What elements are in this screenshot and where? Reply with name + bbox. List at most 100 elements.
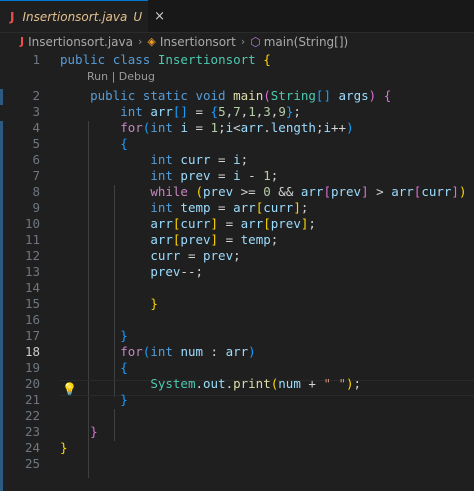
code-token: } xyxy=(120,328,128,343)
code-token: = xyxy=(218,216,241,231)
code-token: ] xyxy=(361,184,369,199)
line-number: 13 xyxy=(24,264,40,279)
line-number: 22 xyxy=(24,408,40,423)
line-number: 10 xyxy=(24,216,40,231)
line-number: 20 xyxy=(24,376,40,391)
code-line[interactable]: 6 int curr = i; xyxy=(0,152,474,168)
code-token: ( xyxy=(195,184,204,199)
code-token: length xyxy=(270,120,316,135)
code-token: num xyxy=(180,344,204,359)
code-token: int xyxy=(150,120,173,135)
code-token: 9 xyxy=(278,104,286,119)
code-token: arr xyxy=(233,200,256,215)
run-debug-codelens[interactable]: Run | Debug xyxy=(87,70,155,84)
code-token: : xyxy=(203,344,226,359)
code-token: arr xyxy=(225,344,249,359)
code-text: { xyxy=(60,136,128,152)
code-line[interactable]: 10 arr[curr] = arr[prev]; xyxy=(0,216,474,232)
code-text: public static void main(String[] args) { xyxy=(60,88,391,104)
code-token: out xyxy=(203,376,226,391)
code-token: } xyxy=(150,296,158,311)
code-token: = xyxy=(210,168,234,183)
code-token: [ xyxy=(323,184,331,199)
code-token: ; xyxy=(270,232,279,247)
code-line[interactable]: 19 { xyxy=(0,360,474,376)
code-line[interactable]: 20 System.out.print(num + " "); xyxy=(0,376,474,392)
tab-insertionsort-java[interactable]: J Insertionsort.java U × xyxy=(0,0,165,32)
method-cube-icon: ⬡ xyxy=(250,34,261,49)
breadcrumb-method[interactable]: main(String[]) xyxy=(264,35,349,49)
code-line[interactable]: 12 curr = prev; xyxy=(0,248,474,264)
code-line[interactable]: 13 prev--; xyxy=(0,264,474,280)
line-number: 7 xyxy=(32,168,40,183)
code-line[interactable]: 18 for(int num : arr) xyxy=(0,344,474,360)
code-line[interactable]: 15 } xyxy=(0,296,474,312)
line-number: 16 xyxy=(24,312,40,327)
code-line[interactable]: 17 } xyxy=(0,328,474,344)
code-line[interactable]: 11 arr[prev] = temp; xyxy=(0,232,474,248)
tab-label: Insertionsort.java xyxy=(22,9,128,24)
code-line[interactable]: 5 { xyxy=(0,136,474,152)
code-token: arr xyxy=(240,216,264,231)
line-number: 1 xyxy=(32,52,40,67)
code-token: < xyxy=(233,120,241,135)
code-line[interactable]: 21 } xyxy=(0,392,474,408)
code-token: System xyxy=(150,376,196,391)
code-line[interactable]: 14 xyxy=(0,280,474,296)
code-token: ; xyxy=(270,168,279,183)
code-line[interactable]: 2 public static void main(String[] args)… xyxy=(0,88,474,104)
code-token: ; xyxy=(308,216,316,231)
code-line[interactable]: 9 int temp = arr[curr]; xyxy=(0,200,474,216)
code-token: [] xyxy=(315,88,331,103)
code-token: int xyxy=(150,200,173,215)
close-icon[interactable]: × xyxy=(154,9,165,24)
chevron-right-icon: › xyxy=(240,35,246,48)
line-number: 14 xyxy=(24,280,40,295)
breadcrumb-class[interactable]: Insertionsort xyxy=(160,35,236,49)
code-token: for xyxy=(120,120,143,135)
breadcrumb-file[interactable]: Insertionsort.java xyxy=(28,35,133,49)
code-token: arr xyxy=(150,104,173,119)
code-text: public class Insertionsort { xyxy=(60,52,271,68)
code-token: . xyxy=(195,376,203,391)
code-token: curr xyxy=(180,216,211,231)
code-token: i xyxy=(180,120,188,135)
code-token: ++ xyxy=(331,120,347,135)
code-token: 1 xyxy=(263,168,271,183)
line-number: 19 xyxy=(24,360,40,375)
code-token: { xyxy=(210,104,219,119)
code-token: , xyxy=(225,104,234,119)
java-icon: J xyxy=(10,9,15,24)
code-token: ; xyxy=(293,104,301,119)
code-token: int xyxy=(120,104,143,119)
code-line[interactable]: 1 public class Insertionsort { xyxy=(0,52,474,68)
class-icon: ◈ xyxy=(147,35,156,48)
code-token: ; xyxy=(300,200,309,215)
code-text: int arr[] = {5,7,1,3,9}; xyxy=(60,104,301,120)
code-line[interactable]: 23 } xyxy=(0,424,474,440)
code-line[interactable]: 16 xyxy=(0,312,474,328)
line-number: 15 xyxy=(24,296,40,311)
code-line[interactable]: 3 int arr[] = {5,7,1,3,9}; xyxy=(0,104,474,120)
line-number: 17 xyxy=(24,328,40,343)
code-line[interactable]: 25 xyxy=(0,456,474,472)
code-token: >= xyxy=(233,184,264,199)
code-token: ) xyxy=(248,344,256,359)
code-line[interactable]: 7 int prev = i - 1; xyxy=(0,168,474,184)
code-line[interactable]: 4 for(int i = 1;i<arr.length;i++) xyxy=(0,120,474,136)
code-text: int curr = i; xyxy=(60,152,248,168)
code-line[interactable]: 24} xyxy=(0,440,474,456)
code-editor[interactable]: Run | Debug 💡 1 public class Insertionsor… xyxy=(0,50,474,491)
code-line[interactable]: 22 xyxy=(0,408,474,424)
code-line[interactable]: 8 while (prev >= 0 && arr[prev] > arr[cu… xyxy=(0,184,474,200)
